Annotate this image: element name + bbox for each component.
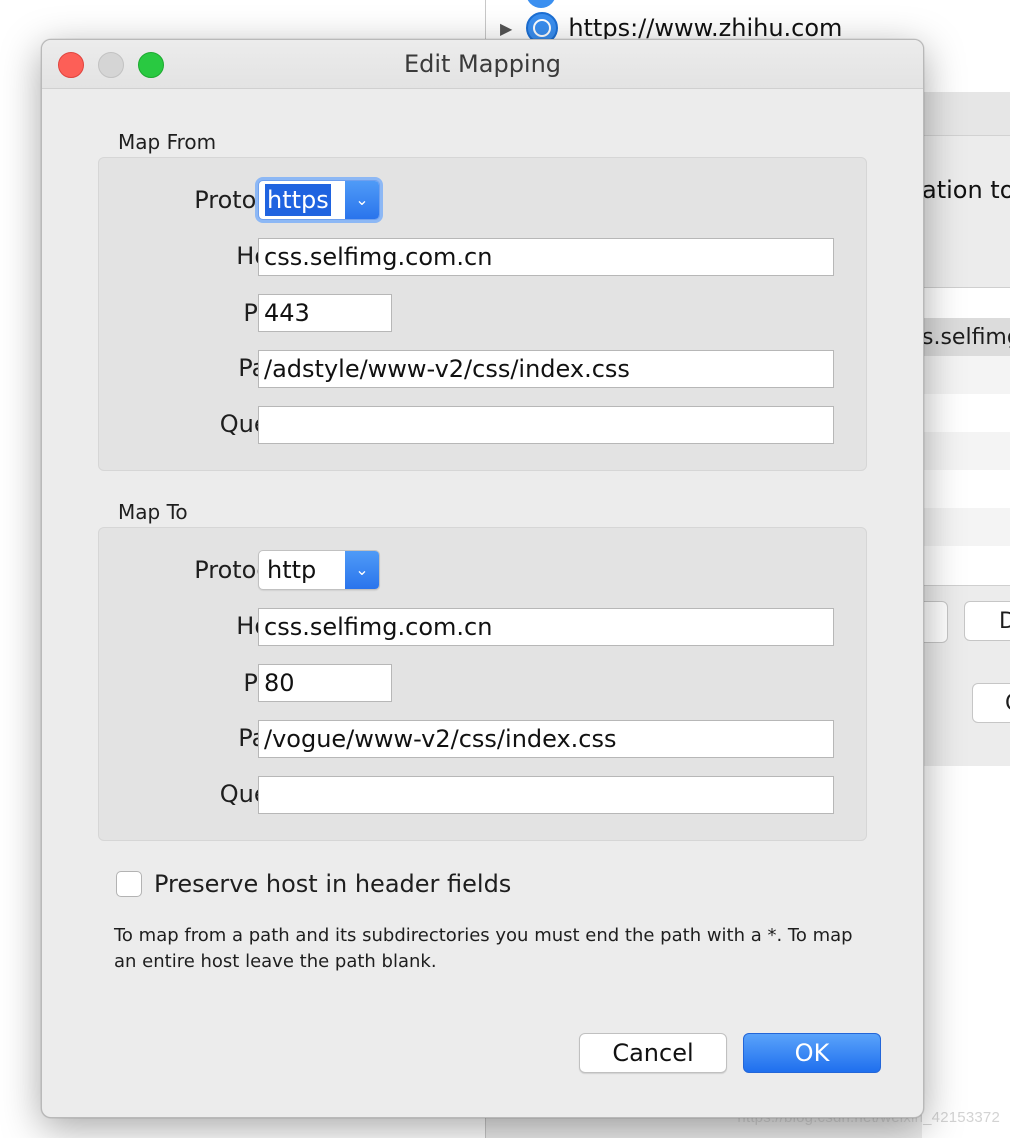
- background-button-c[interactable]: C: [972, 683, 1010, 723]
- preserve-host-label[interactable]: Preserve host in header fields: [154, 870, 511, 898]
- to-protocol-select[interactable]: http ⌄: [258, 550, 380, 590]
- from-protocol-value: https: [265, 184, 331, 216]
- cancel-button[interactable]: Cancel: [579, 1033, 727, 1073]
- list-item-selected[interactable]: s.selfimg: [922, 318, 1010, 356]
- from-host-input[interactable]: css.selfimg.com.cn: [258, 238, 834, 276]
- ok-button[interactable]: OK: [743, 1033, 881, 1073]
- from-protocol-select[interactable]: https ⌄: [258, 180, 380, 220]
- background-lower-area: [922, 766, 1010, 1138]
- chevron-down-icon[interactable]: ⌄: [345, 181, 379, 219]
- list-item[interactable]: [922, 394, 1010, 432]
- edit-mapping-dialog: Edit Mapping Map From Protocol: https ⌄ …: [41, 39, 924, 1118]
- background-button-d[interactable]: D: [964, 601, 1010, 641]
- list-item[interactable]: [922, 432, 1010, 470]
- to-query-input[interactable]: [258, 776, 834, 814]
- disclosure-triangle-icon[interactable]: ▶: [500, 19, 512, 38]
- to-port-input[interactable]: 80: [258, 664, 392, 702]
- map-from-label: Map From: [118, 130, 217, 154]
- globe-icon: [526, 0, 556, 8]
- help-text: To map from a path and its subdirectorie…: [114, 925, 853, 972]
- map-to-group: Protocol: http ⌄ Host: css.selfimg.com.c…: [98, 527, 867, 841]
- list-item[interactable]: [922, 470, 1010, 508]
- chevron-down-icon[interactable]: ⌄: [345, 551, 379, 589]
- preserve-host-row[interactable]: Preserve host in header fields: [116, 868, 511, 900]
- background-mapping-list: s.selfimg: [922, 287, 1010, 586]
- tree-item-label: https://www.zhihu.com: [568, 14, 843, 42]
- map-from-group: Protocol: https ⌄ Host: css.selfimg.com.…: [98, 157, 867, 471]
- list-item[interactable]: [922, 356, 1010, 394]
- list-item[interactable]: [922, 508, 1010, 546]
- list-item[interactable]: [922, 288, 1010, 318]
- preserve-host-checkbox[interactable]: [116, 871, 142, 897]
- map-to-label: Map To: [118, 500, 188, 524]
- title-bar[interactable]: Edit Mapping: [42, 40, 923, 89]
- to-protocol-value: http: [267, 556, 317, 584]
- from-path-input[interactable]: /adstyle/www-v2/css/index.css: [258, 350, 834, 388]
- from-query-input[interactable]: [258, 406, 834, 444]
- to-host-input[interactable]: css.selfimg.com.cn: [258, 608, 834, 646]
- to-path-input[interactable]: /vogue/www-v2/css/index.css: [258, 720, 834, 758]
- background-sheet-text: ation to: [922, 176, 1010, 204]
- from-port-input[interactable]: 443: [258, 294, 392, 332]
- dialog-title: Edit Mapping: [403, 50, 562, 78]
